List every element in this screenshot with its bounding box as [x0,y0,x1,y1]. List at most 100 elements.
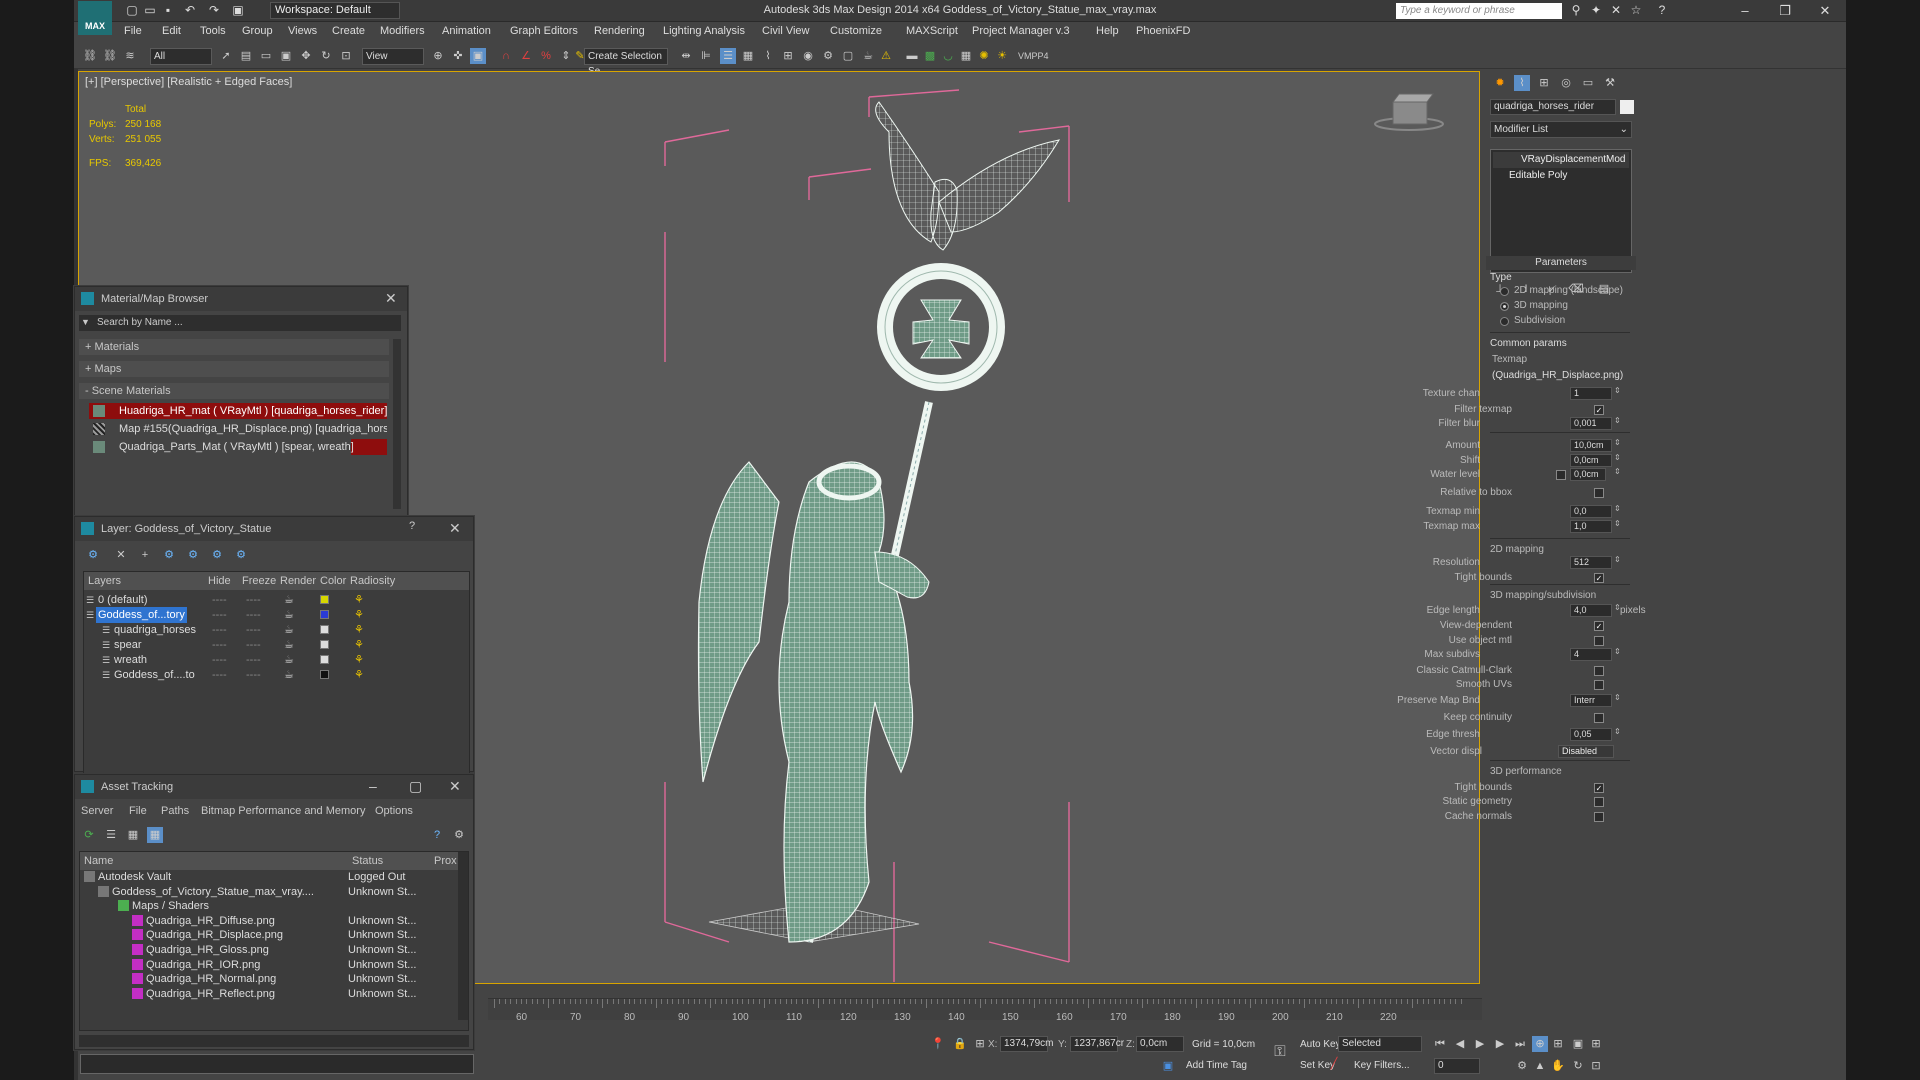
motion-tab-icon[interactable]: ◎ [1558,75,1574,91]
freeze-toggle[interactable]: ---- [246,637,261,653]
static-geometry-checkbox[interactable] [1594,797,1604,807]
vray-proxy-icon[interactable]: ▦ [958,48,974,64]
close-icon[interactable]: ✕ [1812,2,1838,19]
next-frame-icon[interactable]: ▶ [1492,1036,1508,1052]
layer-row[interactable]: ☰ spear ---- ---- ☕ ⚘ [84,637,469,653]
asset-maximize-icon[interactable]: ▢ [409,778,422,795]
spinner-arrows-icon[interactable]: ⇕ [1614,416,1621,425]
search-input[interactable]: Type a keyword or phrase [1396,3,1562,19]
timeline[interactable]: 60 70 80 90 100 110 120 130 140 150 160 170 180 190 20… [488,998,1482,1023]
asset-vertical-scrollbar[interactable] [458,852,468,1020]
spinner-arrows-icon[interactable]: ⇕ [1614,727,1621,736]
freeze-toggle[interactable]: ---- [246,592,261,608]
modifier-list-dropdown[interactable]: Modifier List ⌄ [1490,121,1632,138]
current-frame-field[interactable]: 0 [1434,1058,1480,1074]
thumbnail-view-icon[interactable]: ▦ [125,827,141,843]
col-radiosity[interactable]: Radiosity [350,572,395,590]
vray-toolbar-icon[interactable]: ▩ [922,48,938,64]
layer-close-icon[interactable]: ✕ [449,520,461,537]
asset-row[interactable]: Quadriga_HR_Diffuse.png Unknown St... [80,914,458,928]
vray-light-icon[interactable]: ✺ [976,48,992,64]
hide-toggle[interactable]: ---- [212,652,227,668]
relative-bbox-checkbox[interactable] [1594,488,1604,498]
z-coord-field[interactable]: 0,0cm [1136,1036,1184,1052]
layer-manager-icon[interactable]: ☰ [720,48,736,64]
spinner-arrows-icon[interactable]: ⇕ [1614,519,1621,528]
asset-row[interactable]: Quadriga_HR_Displace.png Unknown St... [80,928,458,942]
spinner-arrows-icon[interactable]: ⇕ [1614,438,1621,447]
parameters-rollout-title[interactable]: Parameters [1486,256,1636,270]
delete-layer-icon[interactable]: ✕ [113,547,129,563]
col-freeze[interactable]: Freeze [242,572,276,590]
maps-group[interactable]: + Maps [79,361,389,377]
menu-create[interactable]: Create [332,25,365,37]
max-subdivs-spinner[interactable]: 4 [1570,648,1612,661]
menu-group[interactable]: Group [242,25,273,37]
select-objects-in-layer-icon[interactable]: ⚙ [185,547,201,563]
layer-color-swatch[interactable] [320,655,329,664]
percent-snap-icon[interactable]: % [538,48,554,64]
menu-rendering[interactable]: Rendering [594,25,645,37]
spinner-arrows-icon[interactable]: ⇕ [1614,386,1621,395]
key-mode-icon[interactable]: ╱ [1326,1056,1342,1072]
time-configuration-icon[interactable]: ⚙ [1514,1058,1530,1074]
hide-toggle[interactable]: ---- [212,667,227,683]
select-manipulate-icon[interactable]: ✜ [450,48,466,64]
radio-types-1[interactable] [1500,302,1509,311]
spinner-arrows-icon[interactable]: ⇕ [1614,693,1621,702]
layer-row[interactable]: ☰ Goddess_of...tory ---- ---- ☕ ⚘ [84,607,469,623]
asset-menu-file[interactable]: File [129,805,147,817]
orbit-icon[interactable]: ↻ [1570,1058,1586,1074]
menu-edit[interactable]: Edit [162,25,181,37]
asset-close-icon[interactable]: ✕ [449,778,461,795]
zoom-all-icon[interactable]: ⊞ [1550,1036,1566,1052]
search-options-icon[interactable]: ▼ [81,317,90,327]
link-icon[interactable]: ⛓ [82,48,98,64]
material-browser-header[interactable]: Material/Map Browser ✕ [75,287,407,311]
radiosity-icon[interactable]: ⚘ [354,592,364,608]
move-icon[interactable]: ✥ [298,48,314,64]
layer-row[interactable]: ☰ Goddess_of....to ---- ---- ☕ ⚘ [84,667,469,683]
scale-icon[interactable]: ⊡ [338,48,354,64]
schematic-view-icon[interactable]: ⊞ [780,48,796,64]
refresh-icon[interactable]: ⟳ [81,827,97,843]
view-dependent-checkbox[interactable]: ✓ [1594,621,1604,631]
keyboard-shortcut-override-icon[interactable]: ▣ [470,48,486,64]
snap-toggle-icon[interactable]: ∩ [498,48,514,64]
asset-row[interactable]: Quadriga_HR_IOR.png Unknown St... [80,958,458,972]
radiosity-icon[interactable]: ⚘ [354,637,364,653]
spinner-arrows-icon[interactable]: ⇕ [1614,453,1621,462]
asset-menu-options[interactable]: Options [375,805,413,817]
tight-bounds2-checkbox[interactable]: ✓ [1594,783,1604,793]
reference-coord-dropdown[interactable]: View [362,48,424,65]
freeze-toggle[interactable]: ---- [246,667,261,683]
cache-normals-checkbox[interactable] [1594,812,1604,822]
texture-chan-spinner[interactable]: 1 [1570,387,1612,400]
display-tab-icon[interactable]: ▭ [1580,75,1596,91]
layer-name[interactable]: spear [112,637,144,653]
menu-civil-view[interactable]: Civil View [762,25,809,37]
hide-toggle[interactable]: ---- [212,622,227,638]
vray-mesh-icon[interactable]: ◡ [940,48,956,64]
shift-spinner[interactable]: 0,0cm [1570,454,1612,467]
vmpp-label[interactable]: VMPP4 [1018,48,1049,64]
menu-modifiers[interactable]: Modifiers [380,25,425,37]
asset-menu-bitmap[interactable]: Bitmap Performance and Memory [201,805,365,817]
filter-blur-spinner[interactable]: 0,001 [1570,417,1612,430]
y-coord-field[interactable]: 1237,867cr [1070,1036,1124,1052]
key-icon[interactable]: ⚿ [1272,1044,1288,1060]
layer-name[interactable]: wreath [112,652,149,668]
x-coord-field[interactable]: 1374,79cm [1000,1036,1053,1052]
menu-views[interactable]: Views [288,25,317,37]
material-item[interactable]: Map #155(Quadriga_HR_Displace.png) [quad… [89,421,387,437]
material-editor-icon[interactable]: ◉ [800,48,816,64]
asset-help-icon[interactable]: ? [429,827,445,843]
hierarchy-tab-icon[interactable]: ⊞ [1536,75,1552,91]
vector-disp-dropdown[interactable]: Disabled [1558,745,1614,758]
edge-thresh-spinner[interactable]: 0,05 [1570,728,1612,741]
utilities-tab-icon[interactable]: ⚒ [1602,75,1618,91]
stack-item-vraydisplacement[interactable]: VRayDisplacementMod [1493,152,1629,168]
select-object-icon[interactable]: ➚ [218,48,234,64]
amount-spinner[interactable]: 10,0cm [1570,439,1612,452]
render-teapot-icon[interactable]: ☕ [284,667,294,683]
